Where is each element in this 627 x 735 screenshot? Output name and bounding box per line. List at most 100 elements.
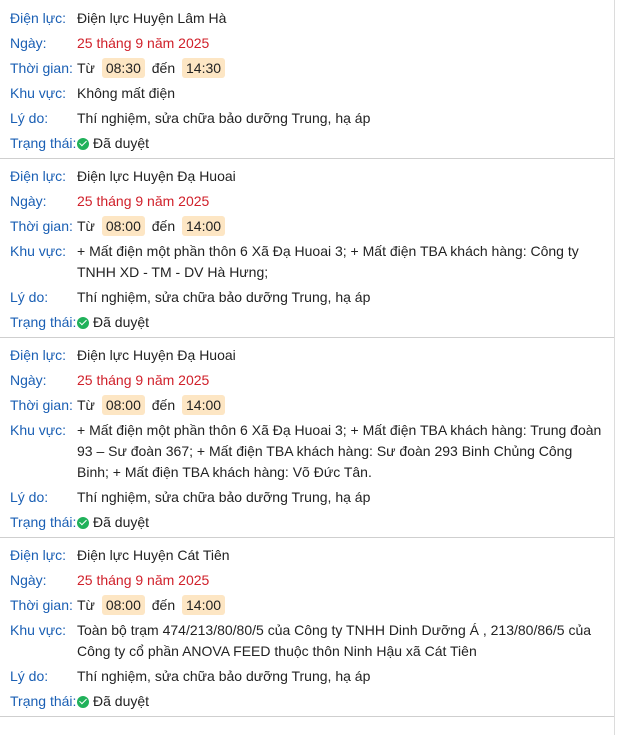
- time-value: Từ 08:30 đến 14:30: [77, 58, 614, 79]
- status-value: Đã duyệt: [77, 312, 614, 333]
- time-end-badge: 14:00: [182, 216, 226, 236]
- time-to-word: đến: [151, 218, 176, 234]
- reason-label: Lý do:: [10, 289, 49, 305]
- reason-row: Lý do: Thí nghiệm, sửa chữa bảo dưỡng Tr…: [10, 485, 614, 510]
- status-text: Đã duyệt: [93, 693, 150, 709]
- status-text: Đã duyệt: [93, 314, 150, 330]
- time-from-word: Từ: [77, 597, 95, 613]
- date-row: Ngày: 25 tháng 9 năm 2025: [10, 189, 614, 214]
- reason-value: Thí nghiệm, sửa chữa bảo dưỡng Trung, hạ…: [77, 110, 371, 126]
- unit-value: Điện lực Huyện Đạ Huoai: [77, 347, 236, 363]
- time-label: Thời gian:: [10, 60, 73, 76]
- status-value: Đã duyệt: [77, 691, 614, 712]
- status-label: Trạng thái:: [10, 135, 77, 151]
- outage-card: Điện lực: Điện lực Huyện Lâm Hà Ngày: 25…: [0, 0, 614, 159]
- time-label: Thời gian:: [10, 597, 73, 613]
- unit-label: Điện lực:: [10, 547, 67, 563]
- time-start-badge: 08:00: [101, 395, 145, 415]
- status-row: Trạng thái: Đã duyệt: [10, 310, 614, 335]
- status-row: Trạng thái: Đã duyệt: [10, 131, 614, 156]
- unit-value: Điện lực Huyện Cát Tiên: [77, 547, 230, 563]
- area-label: Khu vực:: [10, 422, 67, 438]
- time-row: Thời gian: Từ 08:00 đến 14:00: [10, 393, 614, 418]
- date-value: 25 tháng 9 năm 2025: [77, 35, 210, 51]
- date-value: 25 tháng 9 năm 2025: [77, 572, 210, 588]
- status-text: Đã duyệt: [93, 514, 150, 530]
- check-circle-icon: [77, 695, 89, 708]
- status-text: Đã duyệt: [93, 135, 150, 151]
- date-row: Ngày: 25 tháng 9 năm 2025: [10, 31, 614, 56]
- time-label: Thời gian:: [10, 397, 73, 413]
- area-row: Khu vực: Toàn bộ trạm 474/213/80/80/5 củ…: [10, 618, 614, 664]
- unit-label: Điện lực:: [10, 168, 67, 184]
- time-to-word: đến: [151, 397, 176, 413]
- status-label: Trạng thái:: [10, 514, 77, 530]
- unit-row: Điện lực: Điện lực Huyện Đạ Huoai: [10, 343, 614, 368]
- unit-row: Điện lực: Điện lực Huyện Đạ Huoai: [10, 164, 614, 189]
- status-value: Đã duyệt: [77, 133, 614, 154]
- reason-value: Thí nghiệm, sửa chữa bảo dưỡng Trung, hạ…: [77, 489, 371, 505]
- time-value: Từ 08:00 đến 14:00: [77, 595, 614, 616]
- outage-list: Điện lực: Điện lực Huyện Lâm Hà Ngày: 25…: [0, 0, 615, 735]
- status-row: Trạng thái: Đã duyệt: [10, 689, 614, 714]
- date-label: Ngày:: [10, 35, 47, 51]
- time-to-word: đến: [151, 597, 176, 613]
- unit-value: Điện lực Huyện Đạ Huoai: [77, 168, 236, 184]
- outage-card: Điện lực: Điện lực Huyện Cát Tiên Ngày: …: [0, 538, 614, 717]
- date-row: Ngày: 25 tháng 9 năm 2025: [10, 368, 614, 393]
- area-row: Khu vực: Không mất điện: [10, 81, 614, 106]
- time-end-badge: 14:30: [182, 58, 226, 78]
- area-row: Khu vực: + Mất điện một phần thôn 6 Xã Đ…: [10, 239, 614, 285]
- date-label: Ngày:: [10, 572, 47, 588]
- time-row: Thời gian: Từ 08:30 đến 14:30: [10, 56, 614, 81]
- area-value: Toàn bộ trạm 474/213/80/80/5 của Công ty…: [77, 622, 592, 659]
- area-row: Khu vực: + Mất điện một phần thôn 6 Xã Đ…: [10, 418, 614, 485]
- time-from-word: Từ: [77, 397, 95, 413]
- area-label: Khu vực:: [10, 243, 67, 259]
- status-value: Đã duyệt: [77, 512, 614, 533]
- time-from-word: Từ: [77, 218, 95, 234]
- time-label: Thời gian:: [10, 218, 73, 234]
- unit-row: Điện lực: Điện lực Huyện Lâm Hà: [10, 6, 614, 31]
- status-row: Trạng thái: Đã duyệt: [10, 510, 614, 535]
- reason-label: Lý do:: [10, 489, 49, 505]
- time-to-word: đến: [151, 60, 176, 76]
- reason-row: Lý do: Thí nghiệm, sửa chữa bảo dưỡng Tr…: [10, 285, 614, 310]
- check-circle-icon: [77, 516, 89, 529]
- unit-label: Điện lực:: [10, 10, 67, 26]
- time-end-badge: 14:00: [182, 595, 226, 615]
- reason-row: Lý do: Thí nghiệm, sửa chữa bảo dưỡng Tr…: [10, 106, 614, 131]
- time-value: Từ 08:00 đến 14:00: [77, 395, 614, 416]
- date-value: 25 tháng 9 năm 2025: [77, 372, 210, 388]
- reason-value: Thí nghiệm, sửa chữa bảo dưỡng Trung, hạ…: [77, 668, 371, 684]
- date-row: Ngày: 25 tháng 9 năm 2025: [10, 568, 614, 593]
- time-start-badge: 08:30: [101, 58, 145, 78]
- area-value: Không mất điện: [77, 85, 176, 101]
- area-value: + Mất điện một phần thôn 6 Xã Đạ Huoai 3…: [77, 243, 579, 280]
- unit-row: Điện lực: Điện lực Huyện Cát Tiên: [10, 543, 614, 568]
- unit-label: Điện lực:: [10, 347, 67, 363]
- time-row: Thời gian: Từ 08:00 đến 14:00: [10, 214, 614, 239]
- area-label: Khu vực:: [10, 85, 67, 101]
- time-end-badge: 14:00: [182, 395, 226, 415]
- outage-card: Điện lực: Điện lực Huyện Đạ Huoai Ngày: …: [0, 159, 614, 338]
- check-circle-icon: [77, 316, 89, 329]
- time-value: Từ 08:00 đến 14:00: [77, 216, 614, 237]
- date-label: Ngày:: [10, 193, 47, 209]
- check-circle-icon: [77, 137, 89, 150]
- status-label: Trạng thái:: [10, 693, 77, 709]
- time-row: Thời gian: Từ 08:00 đến 14:00: [10, 593, 614, 618]
- area-value: + Mất điện một phần thôn 6 Xã Đạ Huoai 3…: [77, 422, 602, 480]
- reason-label: Lý do:: [10, 668, 49, 684]
- reason-row: Lý do: Thí nghiệm, sửa chữa bảo dưỡng Tr…: [10, 664, 614, 689]
- reason-value: Thí nghiệm, sửa chữa bảo dưỡng Trung, hạ…: [77, 289, 371, 305]
- reason-label: Lý do:: [10, 110, 49, 126]
- area-label: Khu vực:: [10, 622, 67, 638]
- time-start-badge: 08:00: [101, 595, 145, 615]
- date-label: Ngày:: [10, 372, 47, 388]
- outage-card: Điện lực: Điện lực Huyện Đạ Huoai Ngày: …: [0, 338, 614, 538]
- date-value: 25 tháng 9 năm 2025: [77, 193, 210, 209]
- unit-value: Điện lực Huyện Lâm Hà: [77, 10, 227, 26]
- status-label: Trạng thái:: [10, 314, 77, 330]
- time-start-badge: 08:00: [101, 216, 145, 236]
